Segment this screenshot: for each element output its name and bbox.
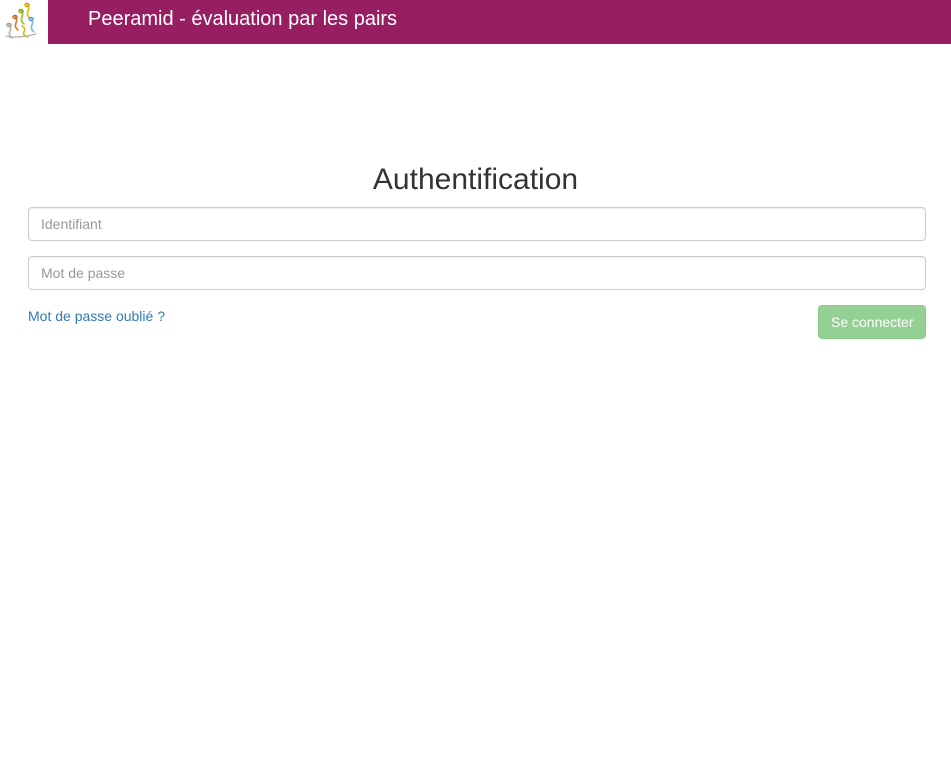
- brand-title[interactable]: Peeramid - évaluation par les pairs: [88, 8, 397, 30]
- peeramid-logo-icon: [5, 2, 37, 39]
- password-input[interactable]: [28, 256, 926, 290]
- page-title: Authentification: [372, 163, 579, 196]
- login-button[interactable]: Se connecter: [818, 305, 926, 339]
- logo[interactable]: [0, 0, 48, 44]
- username-input[interactable]: [28, 207, 926, 241]
- forgot-password-link[interactable]: Mot de passe oublié ?: [28, 307, 165, 325]
- top-navbar: Peeramid - évaluation par les pairs: [0, 0, 951, 44]
